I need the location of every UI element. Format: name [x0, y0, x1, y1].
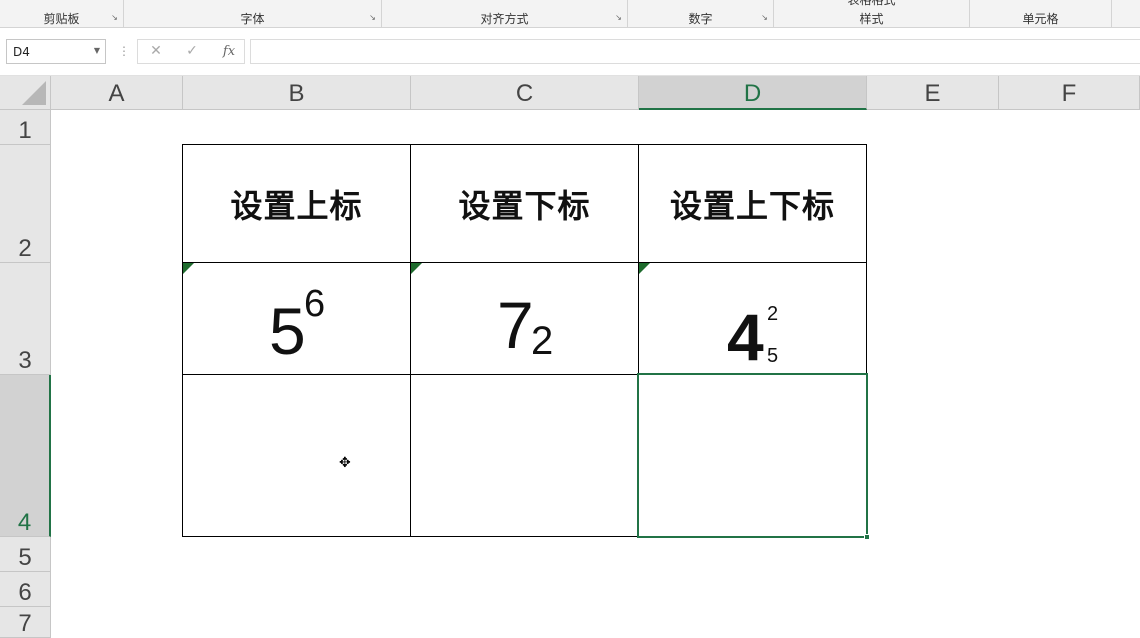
row-number: 6	[18, 579, 32, 606]
row-number: 7	[18, 610, 32, 637]
subscript-number: 2	[531, 319, 554, 363]
ribbon-group-font: 字体 ↘	[124, 0, 382, 28]
row-header-4[interactable]: 4	[0, 375, 51, 537]
row-number: 3	[18, 347, 32, 374]
fill-handle[interactable]	[864, 534, 870, 540]
ribbon-group-alignment: 对齐方式 ↘	[382, 0, 628, 28]
error-indicator-icon	[411, 263, 422, 274]
ribbon-group-label: 样式	[859, 12, 884, 26]
name-box[interactable]: D4 ▼	[6, 39, 106, 64]
cell-d4[interactable]	[638, 374, 867, 537]
cell-d2[interactable]: 设置上下标	[638, 144, 867, 263]
formula-bar: D4 ▼ ⋮ ✕ ✓ fx	[0, 28, 1140, 76]
ribbon-group-label: 字体	[240, 12, 265, 26]
cell-c4[interactable]	[410, 374, 639, 537]
name-box-value: D4	[13, 45, 30, 59]
formula-bar-grip-icon: ⋮	[118, 44, 130, 58]
format-as-table-button-label[interactable]: 表格格式	[774, 0, 969, 8]
dialog-launcher-icon[interactable]: ↘	[110, 13, 119, 22]
base-number: 4	[727, 300, 764, 374]
column-header-e[interactable]: E	[867, 76, 999, 110]
ribbon-group-label: 剪贴板	[43, 12, 80, 26]
superscript-number: 2	[767, 303, 779, 325]
ribbon-group-label: 单元格	[1022, 12, 1059, 26]
column-header-f[interactable]: F	[999, 76, 1140, 110]
cell-c2[interactable]: 设置下标	[410, 144, 639, 263]
error-indicator-icon	[183, 263, 194, 274]
ribbon-group-cells: 单元格	[970, 0, 1112, 28]
row-number: 4	[17, 509, 32, 536]
insert-function-button[interactable]: fx	[218, 44, 240, 62]
column-header-a[interactable]: A	[51, 76, 183, 110]
cell-d3[interactable]: 4 2 5	[638, 262, 867, 375]
cross-cursor-icon: ✥	[339, 455, 351, 471]
check-icon[interactable]: ✓	[181, 43, 203, 61]
column-header-d[interactable]: D	[639, 76, 867, 110]
header-super-subscript: 设置上下标	[669, 186, 835, 225]
row-header-1[interactable]: 1	[0, 110, 51, 145]
subscript-number: 5	[767, 345, 779, 367]
row-number: 2	[18, 235, 32, 262]
row-number: 5	[18, 544, 32, 571]
header-subscript: 设置下标	[458, 186, 591, 225]
cell-b2[interactable]: 设置上标	[182, 144, 411, 263]
chevron-down-icon[interactable]: ▼	[94, 46, 100, 55]
row-header-2[interactable]: 2	[0, 145, 51, 263]
ribbon-group-label: 数字	[688, 12, 713, 26]
dialog-launcher-icon[interactable]: ↘	[368, 13, 377, 22]
row-header-7[interactable]: 7	[0, 607, 51, 638]
superscript-number: 6	[304, 283, 326, 325]
cell-b3[interactable]: 5 6	[182, 262, 411, 375]
row-header-5[interactable]: 5	[0, 537, 51, 572]
row-number: 1	[18, 117, 32, 144]
ribbon-group-clipboard: 剪贴板 ↘	[0, 0, 124, 28]
row-header-3[interactable]: 3	[0, 263, 51, 375]
error-indicator-icon	[639, 263, 650, 274]
ribbon-group-number: 数字 ↘	[628, 0, 774, 28]
base-number: 5	[269, 294, 306, 368]
header-superscript: 设置上标	[230, 186, 363, 225]
select-all-triangle-icon	[22, 81, 46, 105]
ribbon-group-label: 对齐方式	[480, 12, 529, 26]
select-all-button[interactable]	[0, 76, 51, 110]
column-header-b[interactable]: B	[183, 76, 411, 110]
cell-c3[interactable]: 7 2	[410, 262, 639, 375]
base-number: 7	[497, 288, 534, 362]
column-header-c[interactable]: C	[411, 76, 639, 110]
dialog-launcher-icon[interactable]: ↘	[760, 13, 769, 22]
close-icon[interactable]: ✕	[145, 43, 167, 61]
formula-input[interactable]	[250, 39, 1140, 64]
row-header-6[interactable]: 6	[0, 572, 51, 607]
formula-buttons: ✕ ✓ fx	[137, 39, 245, 64]
ribbon-group-styles: 表格格式 样式	[774, 0, 970, 28]
cell-b4[interactable]	[182, 374, 411, 537]
dialog-launcher-icon[interactable]: ↘	[614, 13, 623, 22]
ribbon-group-strip: 剪贴板 ↘ 字体 ↘ 对齐方式 ↘ 数字 ↘ 表格格式 样式 单元格	[0, 0, 1140, 28]
